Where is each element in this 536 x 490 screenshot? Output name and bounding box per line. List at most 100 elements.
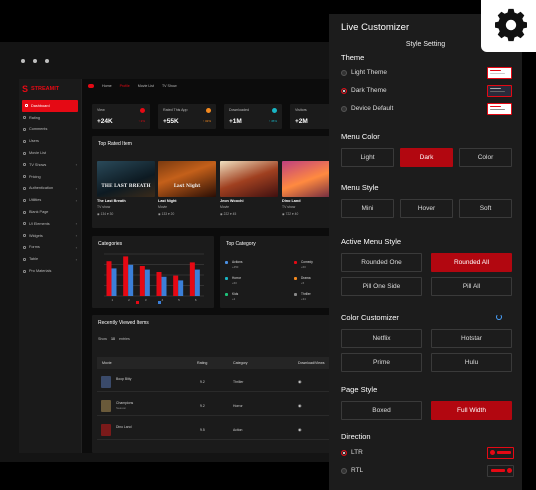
movie-stats: ◉ 222 ♥ 45 xyxy=(220,212,236,216)
page-style-boxed-button[interactable]: Boxed xyxy=(341,401,422,420)
category-count: +34 xyxy=(301,297,306,301)
breadcrumb-profile[interactable]: Profile xyxy=(120,84,130,88)
category-item[interactable]: Comedy +60 xyxy=(301,260,313,269)
legend-swatch xyxy=(158,301,161,304)
category-item[interactable]: Actions +450 xyxy=(232,260,242,269)
col-category[interactable]: Category xyxy=(233,361,248,365)
theme-preview-icon[interactable] xyxy=(487,103,512,115)
direction-preview-icon[interactable] xyxy=(487,447,514,459)
movie-poster[interactable]: THE LAST BREATH xyxy=(97,161,155,197)
menu-style-mini-button[interactable]: Mini xyxy=(341,199,394,218)
sidebar-item-icon xyxy=(23,269,26,273)
dashboard-app: S STREAMIT Dashboard Rating Comments Users Mo… xyxy=(19,79,337,453)
breadcrumb-home[interactable]: Home xyxy=(102,84,112,88)
chevron-right-icon: › xyxy=(75,244,77,250)
legend-swatch xyxy=(136,301,139,304)
categories-bar-chart: 1 2 3 4 5 6 xyxy=(104,253,204,304)
sidebar-item-pricing[interactable]: Pricing xyxy=(19,171,81,183)
menu-color-light-button[interactable]: Light xyxy=(341,148,394,167)
breadcrumb-movie-list[interactable]: Movie List xyxy=(138,84,154,88)
theme-radio[interactable] xyxy=(341,70,347,76)
sidebar-item-widgets[interactable]: Widgets › xyxy=(19,230,81,242)
movie-poster[interactable] xyxy=(220,161,278,197)
likes-count: 40 xyxy=(294,212,299,216)
menu-style-soft-button[interactable]: Soft xyxy=(459,199,512,218)
entries-select[interactable]: 10 xyxy=(111,337,115,341)
breadcrumb-tv-show[interactable]: TV Show xyxy=(162,84,177,88)
movie-title[interactable]: The Last Breath xyxy=(97,199,126,203)
category-item[interactable]: Horror +60 xyxy=(232,276,241,285)
color-customizer-netflix-button[interactable]: Netflix xyxy=(341,329,422,348)
theme-radio[interactable] xyxy=(341,88,347,94)
direction-radio[interactable] xyxy=(341,450,347,456)
chart-tick-label: 4 xyxy=(161,298,163,302)
row-category: Action xyxy=(233,428,243,432)
category-item[interactable]: Kids +2 xyxy=(232,292,238,301)
theme-radio[interactable] xyxy=(341,106,347,112)
poster-title: Last Night xyxy=(173,184,201,189)
movie-title[interactable]: Dino Land xyxy=(282,199,301,203)
theme-preview-icon[interactable] xyxy=(487,85,512,97)
sidebar-item-tv-shows[interactable]: TV Shows › xyxy=(19,159,81,171)
page-style-full-width-button[interactable]: Full Width xyxy=(431,401,512,420)
sidebar-item-icon xyxy=(23,151,26,155)
sidebar-item-movie-list[interactable]: Movie List xyxy=(19,147,81,159)
sidebar-item-pro-materials[interactable]: Pro Materials xyxy=(19,265,81,277)
movie-poster[interactable]: Last Night xyxy=(158,161,216,197)
brand-logo[interactable]: S STREAMIT xyxy=(19,79,81,100)
table-row[interactable]: Boop Bitty 9.2 Thriller ◉ xyxy=(97,372,337,392)
menu-toggle-icon[interactable] xyxy=(88,84,94,88)
direction-preview-icon[interactable] xyxy=(487,465,514,477)
col-rating[interactable]: Rating xyxy=(197,361,207,365)
settings-gear-button[interactable] xyxy=(481,0,536,52)
table-row[interactable]: Dino Land 9.5 Action ◉ xyxy=(97,420,337,440)
sidebar-item-utilities[interactable]: Utilities › xyxy=(19,194,81,206)
sidebar-item-comments[interactable]: Comments xyxy=(19,124,81,136)
direction-radio[interactable] xyxy=(341,468,347,474)
theme-preview-icon[interactable] xyxy=(487,67,512,79)
theme-option-label[interactable]: Device Default xyxy=(351,105,393,112)
sidebar-item-rating[interactable]: Rating xyxy=(19,112,81,124)
sidebar-item-forms[interactable]: Forms › xyxy=(19,242,81,254)
menu-color-color-button[interactable]: Color xyxy=(459,148,512,167)
stat-label: View xyxy=(97,108,105,112)
color-customizer-hulu-button[interactable]: Hulu xyxy=(431,353,512,372)
chart-tick-label: 5 xyxy=(178,298,180,302)
menu-color-dark-button[interactable]: Dark xyxy=(400,148,453,167)
sidebar-item-blank-page[interactable]: Blank Page xyxy=(19,206,81,218)
sidebar: S STREAMIT Dashboard Rating Comments Users Mo… xyxy=(19,79,82,453)
movie-title[interactable]: Jeon Woochi xyxy=(220,199,244,203)
sidebar-item-label: TV Shows xyxy=(29,162,47,167)
active-menu-style-pill-one-side-button[interactable]: Pill One Side xyxy=(341,277,422,296)
col-downloads[interactable]: Download/Views xyxy=(298,361,325,365)
category-icon xyxy=(225,293,228,296)
category-name: Actions xyxy=(232,260,243,264)
category-count: +2 xyxy=(232,297,236,301)
sidebar-item-users[interactable]: Users xyxy=(19,135,81,147)
active-menu-style-rounded-all-button[interactable]: Rounded All xyxy=(431,253,512,272)
direction-option-label[interactable]: RTL xyxy=(351,467,363,474)
page-style-label: Page Style xyxy=(341,385,378,394)
active-menu-style-rounded-one-button[interactable]: Rounded One xyxy=(341,253,422,272)
sidebar-item-table[interactable]: Table › xyxy=(19,253,81,265)
col-movie[interactable]: Movie xyxy=(102,361,112,365)
poster-title xyxy=(220,189,278,197)
color-customizer-hotstar-button[interactable]: Hotstar xyxy=(431,329,512,348)
sidebar-item-ui-elements[interactable]: UI Elements › xyxy=(19,218,81,230)
table-row[interactable]: Champions Season 9.2 Horror ◉ xyxy=(97,396,337,416)
sidebar-item-dashboard[interactable]: Dashboard xyxy=(22,100,78,112)
movie-title[interactable]: Last Night xyxy=(158,199,177,203)
menu-style-label: Menu Style xyxy=(341,183,379,192)
color-customizer-prime-button[interactable]: Prime xyxy=(341,353,422,372)
chevron-right-icon: › xyxy=(75,221,77,227)
theme-option-label[interactable]: Light Theme xyxy=(351,69,387,76)
direction-option-label[interactable]: LTR xyxy=(351,449,363,456)
category-item[interactable]: Drama +5 xyxy=(301,276,311,285)
menu-style-hover-button[interactable]: Hover xyxy=(400,199,453,218)
category-item[interactable]: Thriller +34 xyxy=(301,292,311,301)
category-icon xyxy=(294,277,297,280)
theme-option-label[interactable]: Dark Theme xyxy=(351,87,387,94)
sidebar-item-authentication[interactable]: Authentication › xyxy=(19,183,81,195)
active-menu-style-pill-all-button[interactable]: Pill All xyxy=(431,277,512,296)
sidebar-item-icon xyxy=(23,127,26,131)
